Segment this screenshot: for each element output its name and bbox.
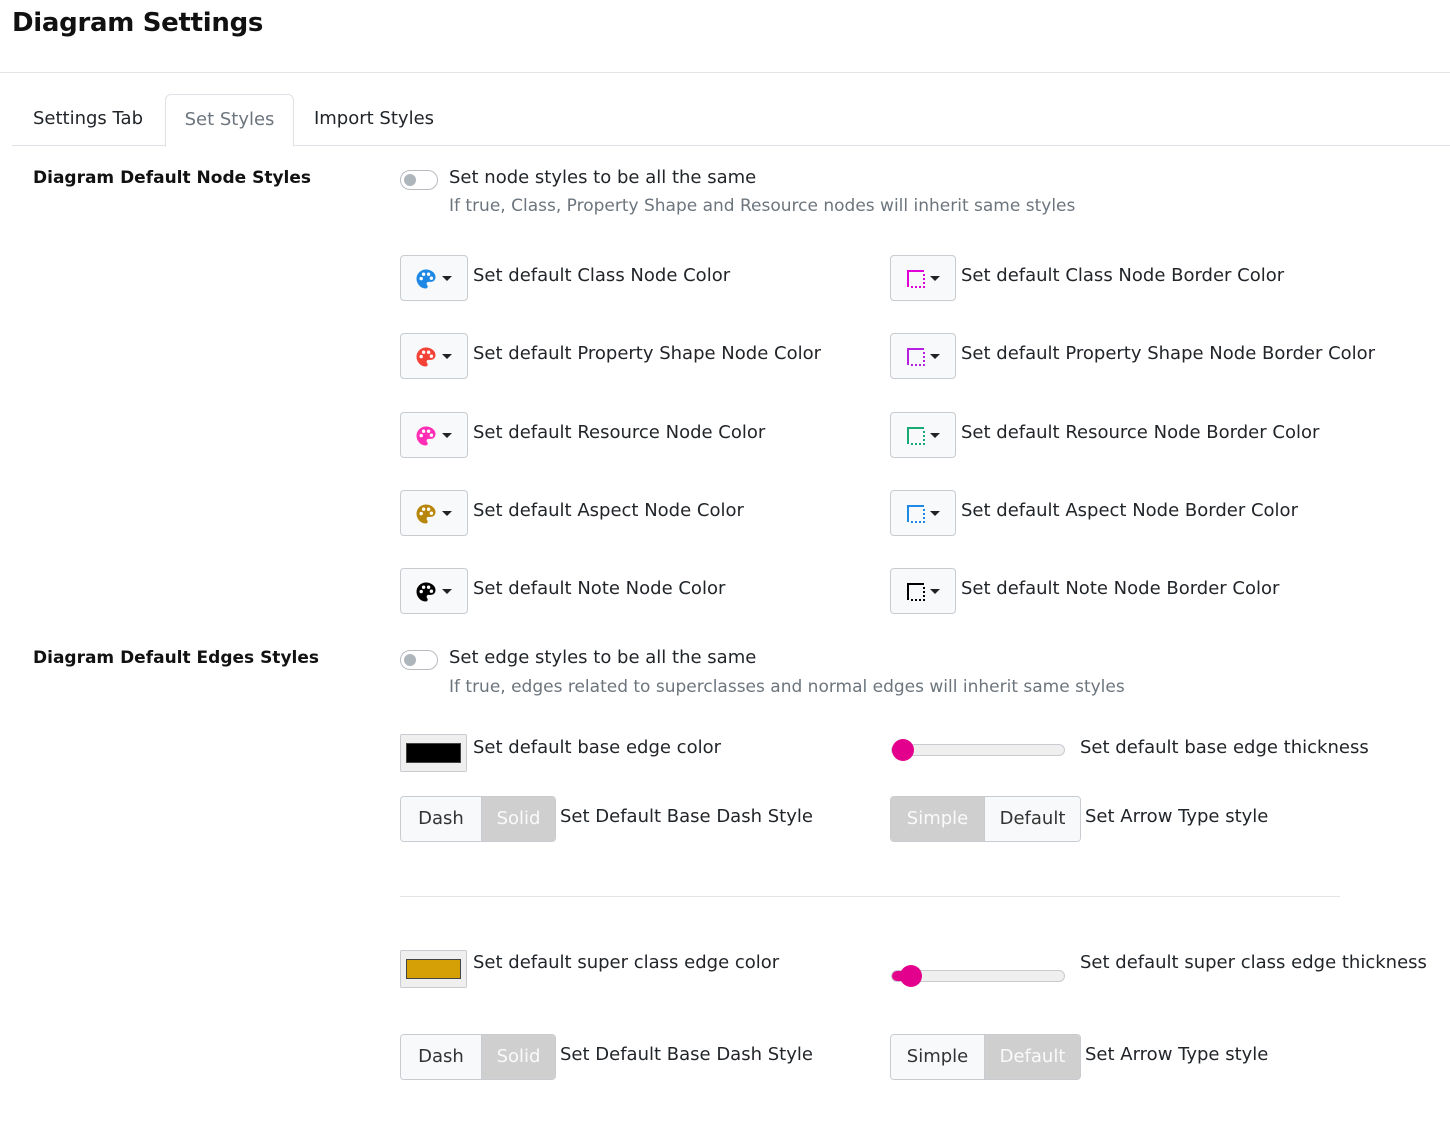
border-style-icon xyxy=(907,348,925,366)
tab-settings[interactable]: Settings Tab xyxy=(12,94,164,146)
base-edge-color-picker[interactable] xyxy=(400,734,467,772)
caret-down-icon xyxy=(930,589,940,594)
caret-down-icon xyxy=(930,354,940,359)
node-color-picker-button[interactable] xyxy=(400,412,468,458)
base-edge-thickness-label: Set default base edge thickness xyxy=(1080,737,1369,758)
caret-down-icon xyxy=(442,589,452,594)
caret-down-icon xyxy=(442,511,452,516)
caret-down-icon xyxy=(442,276,452,281)
toggle-knob xyxy=(404,654,416,666)
palette-icon xyxy=(416,269,436,289)
node-color-label: Set default Property Shape Node Color xyxy=(473,343,822,364)
caret-down-icon xyxy=(930,433,940,438)
palette-icon xyxy=(416,347,436,367)
palette-icon xyxy=(416,582,436,602)
border-style-icon xyxy=(907,505,925,523)
node-styles-same-toggle[interactable] xyxy=(400,170,438,190)
node-styles-toggle-label: Set node styles to be all the same xyxy=(449,167,757,188)
header-divider xyxy=(0,72,1450,73)
superclass-edge-color-picker[interactable] xyxy=(400,950,467,988)
superclass-edge-color-label: Set default super class edge color xyxy=(473,952,780,973)
node-color-picker-button[interactable] xyxy=(400,333,468,379)
palette-icon xyxy=(416,504,436,524)
caret-down-icon xyxy=(930,276,940,281)
base-dash-button[interactable]: Dash xyxy=(401,797,481,841)
node-color-label: Set default Aspect Node Color xyxy=(473,500,744,521)
superclass-dash-style-toggle: Dash Solid xyxy=(400,1034,556,1080)
superclass-arrow-type-label: Set Arrow Type style xyxy=(1085,1044,1269,1065)
slider-thumb[interactable] xyxy=(900,965,923,987)
border-style-icon xyxy=(907,427,925,445)
base-edge-color-swatch xyxy=(406,743,461,763)
edge-styles-same-toggle[interactable] xyxy=(400,650,438,670)
page-title: Diagram Settings xyxy=(12,8,264,38)
node-border-color-label: Set default Note Node Border Color xyxy=(961,578,1280,599)
node-styles-toggle-hint: If true, Class, Property Shape and Resou… xyxy=(449,196,1076,216)
base-arrow-type-toggle: Simple Default xyxy=(890,796,1081,842)
node-color-label: Set default Class Node Color xyxy=(473,265,731,286)
superclass-arrow-simple-button[interactable]: Simple xyxy=(891,1035,984,1079)
base-dash-style-toggle: Dash Solid xyxy=(400,796,556,842)
node-color-picker-button[interactable] xyxy=(400,568,468,614)
node-color-picker-button[interactable] xyxy=(400,490,468,536)
node-border-color-label: Set default Aspect Node Border Color xyxy=(961,500,1298,521)
tab-set-styles[interactable]: Set Styles xyxy=(165,94,294,147)
node-border-color-picker-button[interactable] xyxy=(890,333,956,379)
base-solid-button[interactable]: Solid xyxy=(481,797,555,841)
node-border-color-label: Set default Resource Node Border Color xyxy=(961,422,1320,443)
base-arrow-type-label: Set Arrow Type style xyxy=(1085,806,1269,827)
node-border-color-picker-button[interactable] xyxy=(890,255,956,301)
base-dash-style-label: Set Default Base Dash Style xyxy=(560,806,813,827)
tab-import-styles[interactable]: Import Styles xyxy=(296,94,452,146)
superclass-arrow-type-toggle: Simple Default xyxy=(890,1034,1081,1080)
edge-styles-toggle-hint: If true, edges related to superclasses a… xyxy=(449,677,1125,697)
base-arrow-default-button[interactable]: Default xyxy=(984,797,1080,841)
superclass-arrow-default-button[interactable]: Default xyxy=(984,1035,1080,1079)
toggle-knob xyxy=(404,174,416,186)
node-border-color-label: Set default Property Shape Node Border C… xyxy=(961,343,1376,364)
palette-icon xyxy=(416,426,436,446)
caret-down-icon xyxy=(442,433,452,438)
border-style-icon xyxy=(907,270,925,288)
edge-styles-toggle-label: Set edge styles to be all the same xyxy=(449,647,757,668)
superclass-edge-color-swatch xyxy=(406,959,461,979)
base-arrow-simple-button[interactable]: Simple xyxy=(891,797,984,841)
superclass-edge-thickness-slider[interactable] xyxy=(891,965,1065,987)
superclass-solid-button[interactable]: Solid xyxy=(481,1035,555,1079)
superclass-dash-style-label: Set Default Base Dash Style xyxy=(560,1044,813,1065)
slider-thumb[interactable] xyxy=(892,739,914,761)
edge-section-divider xyxy=(400,896,1340,897)
superclass-edge-thickness-label: Set default super class edge thickness xyxy=(1080,952,1427,973)
node-border-color-picker-button[interactable] xyxy=(890,412,956,458)
node-styles-section-title: Diagram Default Node Styles xyxy=(33,168,312,188)
node-border-color-picker-button[interactable] xyxy=(890,568,956,614)
node-border-color-picker-button[interactable] xyxy=(890,490,956,536)
caret-down-icon xyxy=(442,354,452,359)
superclass-dash-button[interactable]: Dash xyxy=(401,1035,481,1079)
node-color-label: Set default Resource Node Color xyxy=(473,422,766,443)
node-border-color-label: Set default Class Node Border Color xyxy=(961,265,1285,286)
border-style-icon xyxy=(907,583,925,601)
caret-down-icon xyxy=(930,511,940,516)
node-color-picker-button[interactable] xyxy=(400,255,468,301)
node-color-label: Set default Note Node Color xyxy=(473,578,726,599)
edge-styles-section-title: Diagram Default Edges Styles xyxy=(33,648,319,668)
tab-bar: Settings Tab Set Styles Import Styles xyxy=(12,94,1450,147)
base-edge-color-label: Set default base edge color xyxy=(473,737,722,758)
base-edge-thickness-slider[interactable] xyxy=(891,739,1065,761)
